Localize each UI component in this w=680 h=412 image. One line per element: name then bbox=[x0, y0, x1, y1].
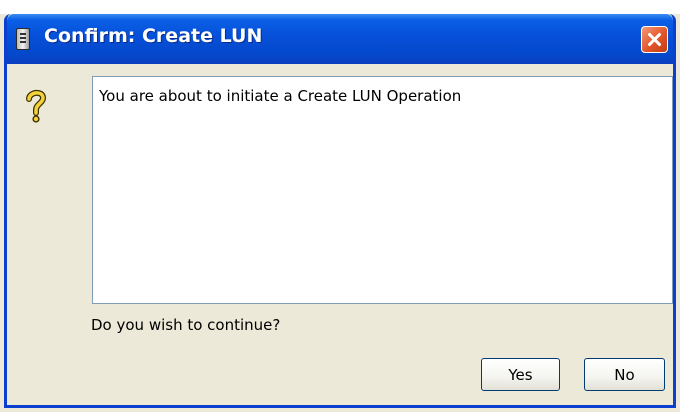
no-button[interactable]: No bbox=[584, 358, 665, 391]
server-icon bbox=[16, 28, 30, 50]
yes-button[interactable]: Yes bbox=[481, 358, 560, 391]
dialog-title-bar[interactable]: Confirm: Create LUN bbox=[7, 14, 673, 64]
question-mark-icon bbox=[26, 89, 47, 123]
message-text-area: You are about to initiate a Create LUN O… bbox=[92, 76, 673, 304]
continue-prompt: Do you wish to continue? bbox=[91, 316, 281, 334]
confirm-dialog: Confirm: Create LUN You are about to ini… bbox=[4, 14, 676, 408]
close-button[interactable] bbox=[641, 26, 668, 53]
background-partial-text: ~~~ ~~~ ~~~ ~~ ~~~~~~ bbox=[2, 0, 247, 6]
dialog-title: Confirm: Create LUN bbox=[44, 25, 263, 47]
background-window-strip: ~~~ ~~~ ~~~ ~~ ~~~~~~ bbox=[0, 0, 680, 14]
